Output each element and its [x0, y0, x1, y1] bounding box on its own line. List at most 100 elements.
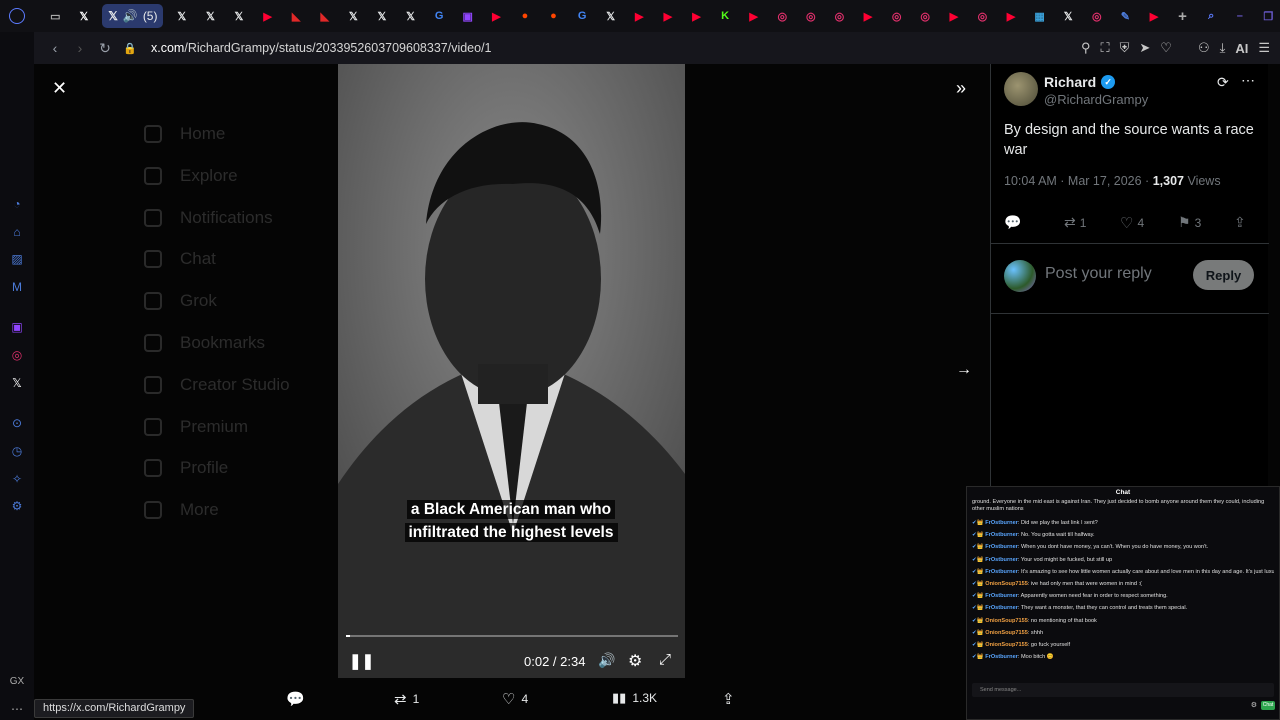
- tab-x-icon[interactable]: 𝕏: [371, 5, 393, 27]
- next-media-icon[interactable]: →: [956, 361, 972, 379]
- notes-icon[interactable]: ▨: [9, 251, 25, 267]
- pin-icon[interactable]: ⚲: [1081, 40, 1091, 56]
- chat-input[interactable]: Send message...: [972, 683, 1274, 697]
- tab-youtube-icon[interactable]: ▶: [1000, 5, 1022, 27]
- chat-username[interactable]: FrOstburner: [985, 654, 1018, 660]
- opera-gx-logo-icon[interactable]: [9, 8, 25, 24]
- tab-image-icon[interactable]: ▭: [44, 5, 66, 27]
- new-tab-plus-icon[interactable]: +: [1172, 5, 1194, 27]
- tab-edit-icon[interactable]: ✎: [1114, 5, 1136, 27]
- author-avatar[interactable]: [1004, 72, 1038, 106]
- chat-username[interactable]: OnionSoup7155: [985, 630, 1028, 636]
- tweet-reply-button[interactable]: 💬: [1004, 214, 1021, 231]
- download-icon[interactable]: ⤓: [1220, 40, 1226, 56]
- heart-icon[interactable]: ♡: [1160, 40, 1172, 56]
- volume-icon[interactable]: 🔊: [598, 652, 615, 669]
- tab-x-icon[interactable]: 𝕏: [73, 5, 95, 27]
- shield-icon[interactable]: ⛨: [1120, 40, 1130, 56]
- settings-icon[interactable]: ⚙: [9, 498, 25, 514]
- tab-instagram-icon[interactable]: ◎: [914, 5, 936, 27]
- more-options-icon[interactable]: ⋯: [1241, 72, 1255, 89]
- tab-x-icon[interactable]: 𝕏: [228, 5, 250, 27]
- bot-icon[interactable]: ⌂: [9, 224, 25, 240]
- tab-x-icon[interactable]: 𝕏: [600, 5, 622, 27]
- tab-x-icon[interactable]: 𝕏: [171, 5, 193, 27]
- forward-icon[interactable]: ›: [69, 40, 91, 56]
- player-icon[interactable]: ⊙: [9, 415, 25, 431]
- chat-username[interactable]: OnionSoup7155: [985, 581, 1028, 587]
- tab-x-active[interactable]: 𝕏 🔊 (5): [102, 4, 164, 28]
- video-progress-bar[interactable]: [346, 635, 678, 637]
- tab-x-icon[interactable]: 𝕏: [199, 5, 221, 27]
- extensions-icon[interactable]: ✧: [9, 471, 25, 487]
- instagram-sidebar-icon[interactable]: ◎: [9, 347, 25, 363]
- minimize-icon[interactable]: –: [1229, 5, 1251, 27]
- m-icon[interactable]: M: [9, 279, 25, 295]
- url-field[interactable]: x.com/RichardGrampy/status/2033952603709…: [151, 41, 492, 55]
- tweet-repost-button[interactable]: ⇄ 1: [1064, 214, 1086, 231]
- maximize-icon[interactable]: ❐: [1257, 5, 1279, 27]
- tab-instagram-icon[interactable]: ◎: [886, 5, 908, 27]
- tab-twitch-icon[interactable]: ▣: [457, 5, 479, 27]
- tab-youtube-icon[interactable]: ▶: [943, 5, 965, 27]
- chat-settings-icon[interactable]: ⚙: [1251, 701, 1257, 709]
- back-icon[interactable]: ‹: [44, 40, 66, 56]
- pause-icon[interactable]: ❚❚: [349, 652, 374, 670]
- author-name[interactable]: Richard ✓: [1044, 74, 1116, 90]
- tweet-bookmark-button[interactable]: ⚑ 3: [1178, 214, 1201, 231]
- tab-x-icon[interactable]: 𝕏: [400, 5, 422, 27]
- chat-send-button[interactable]: Chat: [1261, 701, 1275, 710]
- tab-youtube-icon[interactable]: ▶: [257, 5, 279, 27]
- tab-app-icon[interactable]: ▦: [1029, 5, 1051, 27]
- like-action[interactable]: ♡ 4: [502, 690, 528, 708]
- tab-instagram-icon[interactable]: ◎: [1086, 5, 1108, 27]
- chat-username[interactable]: FrOstburner: [985, 557, 1018, 563]
- reply-button[interactable]: Reply: [1193, 260, 1254, 290]
- chat-username[interactable]: FrOstburner: [985, 569, 1018, 575]
- more-icon[interactable]: ⋯: [9, 701, 25, 717]
- tab-youtube-icon[interactable]: ▶: [857, 5, 879, 27]
- collapse-panel-icon[interactable]: »: [956, 78, 966, 99]
- speed-dial-icon[interactable]: ◔: [9, 196, 25, 212]
- account-icon[interactable]: ⚇: [1198, 40, 1210, 56]
- video-settings-icon[interactable]: ⚙: [628, 651, 642, 671]
- speaker-icon[interactable]: 🔊: [123, 9, 138, 23]
- fullscreen-icon[interactable]: ⤢: [659, 651, 671, 668]
- tab-youtube-icon[interactable]: ▶: [485, 5, 507, 27]
- reply-input[interactable]: Post your reply: [1045, 265, 1152, 283]
- tab-flipboard-icon[interactable]: ◣: [285, 5, 307, 27]
- chat-username[interactable]: FrOstburner: [985, 605, 1018, 611]
- chat-username[interactable]: FrOstburner: [985, 520, 1018, 526]
- share-action[interactable]: ⇪: [722, 690, 735, 708]
- tab-x-icon[interactable]: 𝕏: [342, 5, 364, 27]
- close-media-icon[interactable]: ✕: [52, 78, 67, 99]
- reply-action[interactable]: 💬: [286, 690, 305, 708]
- gx-icon[interactable]: GX: [9, 673, 25, 689]
- tab-reddit-icon[interactable]: ●: [514, 5, 536, 27]
- tab-youtube-icon[interactable]: ▶: [628, 5, 650, 27]
- views-action[interactable]: ▮▮ 1.3K: [612, 690, 657, 706]
- tab-instagram-icon[interactable]: ◎: [800, 5, 822, 27]
- tab-instagram-icon[interactable]: ◎: [771, 5, 793, 27]
- tab-x-icon[interactable]: 𝕏: [1057, 5, 1079, 27]
- search-icon[interactable]: ⌕: [1200, 5, 1222, 27]
- tab-google-icon[interactable]: G: [428, 5, 450, 27]
- author-handle[interactable]: @RichardGrampy: [1044, 92, 1148, 107]
- tab-youtube-icon[interactable]: ▶: [657, 5, 679, 27]
- tab-youtube-icon[interactable]: ▶: [1143, 5, 1165, 27]
- chat-username[interactable]: FrOstburner: [985, 593, 1018, 599]
- reload-icon[interactable]: ↻: [94, 40, 116, 57]
- tab-flipboard-icon[interactable]: ◣: [314, 5, 336, 27]
- tab-youtube-icon[interactable]: ▶: [743, 5, 765, 27]
- grok-actions-icon[interactable]: ⟳: [1217, 74, 1229, 91]
- ai-label[interactable]: AI: [1235, 41, 1248, 56]
- history-icon[interactable]: ◷: [9, 443, 25, 459]
- video-player[interactable]: a Black American man who infiltrated the…: [338, 64, 685, 678]
- tab-youtube-icon[interactable]: ▶: [685, 5, 707, 27]
- tab-google-icon[interactable]: G: [571, 5, 593, 27]
- chat-username[interactable]: FrOstburner: [985, 544, 1018, 550]
- snapshot-icon[interactable]: ⛶: [1101, 40, 1110, 56]
- tweet-share-button[interactable]: ⇪: [1234, 214, 1246, 231]
- menu-icon[interactable]: ☰: [1258, 40, 1270, 56]
- twitch-sidebar-icon[interactable]: ▣: [9, 319, 25, 335]
